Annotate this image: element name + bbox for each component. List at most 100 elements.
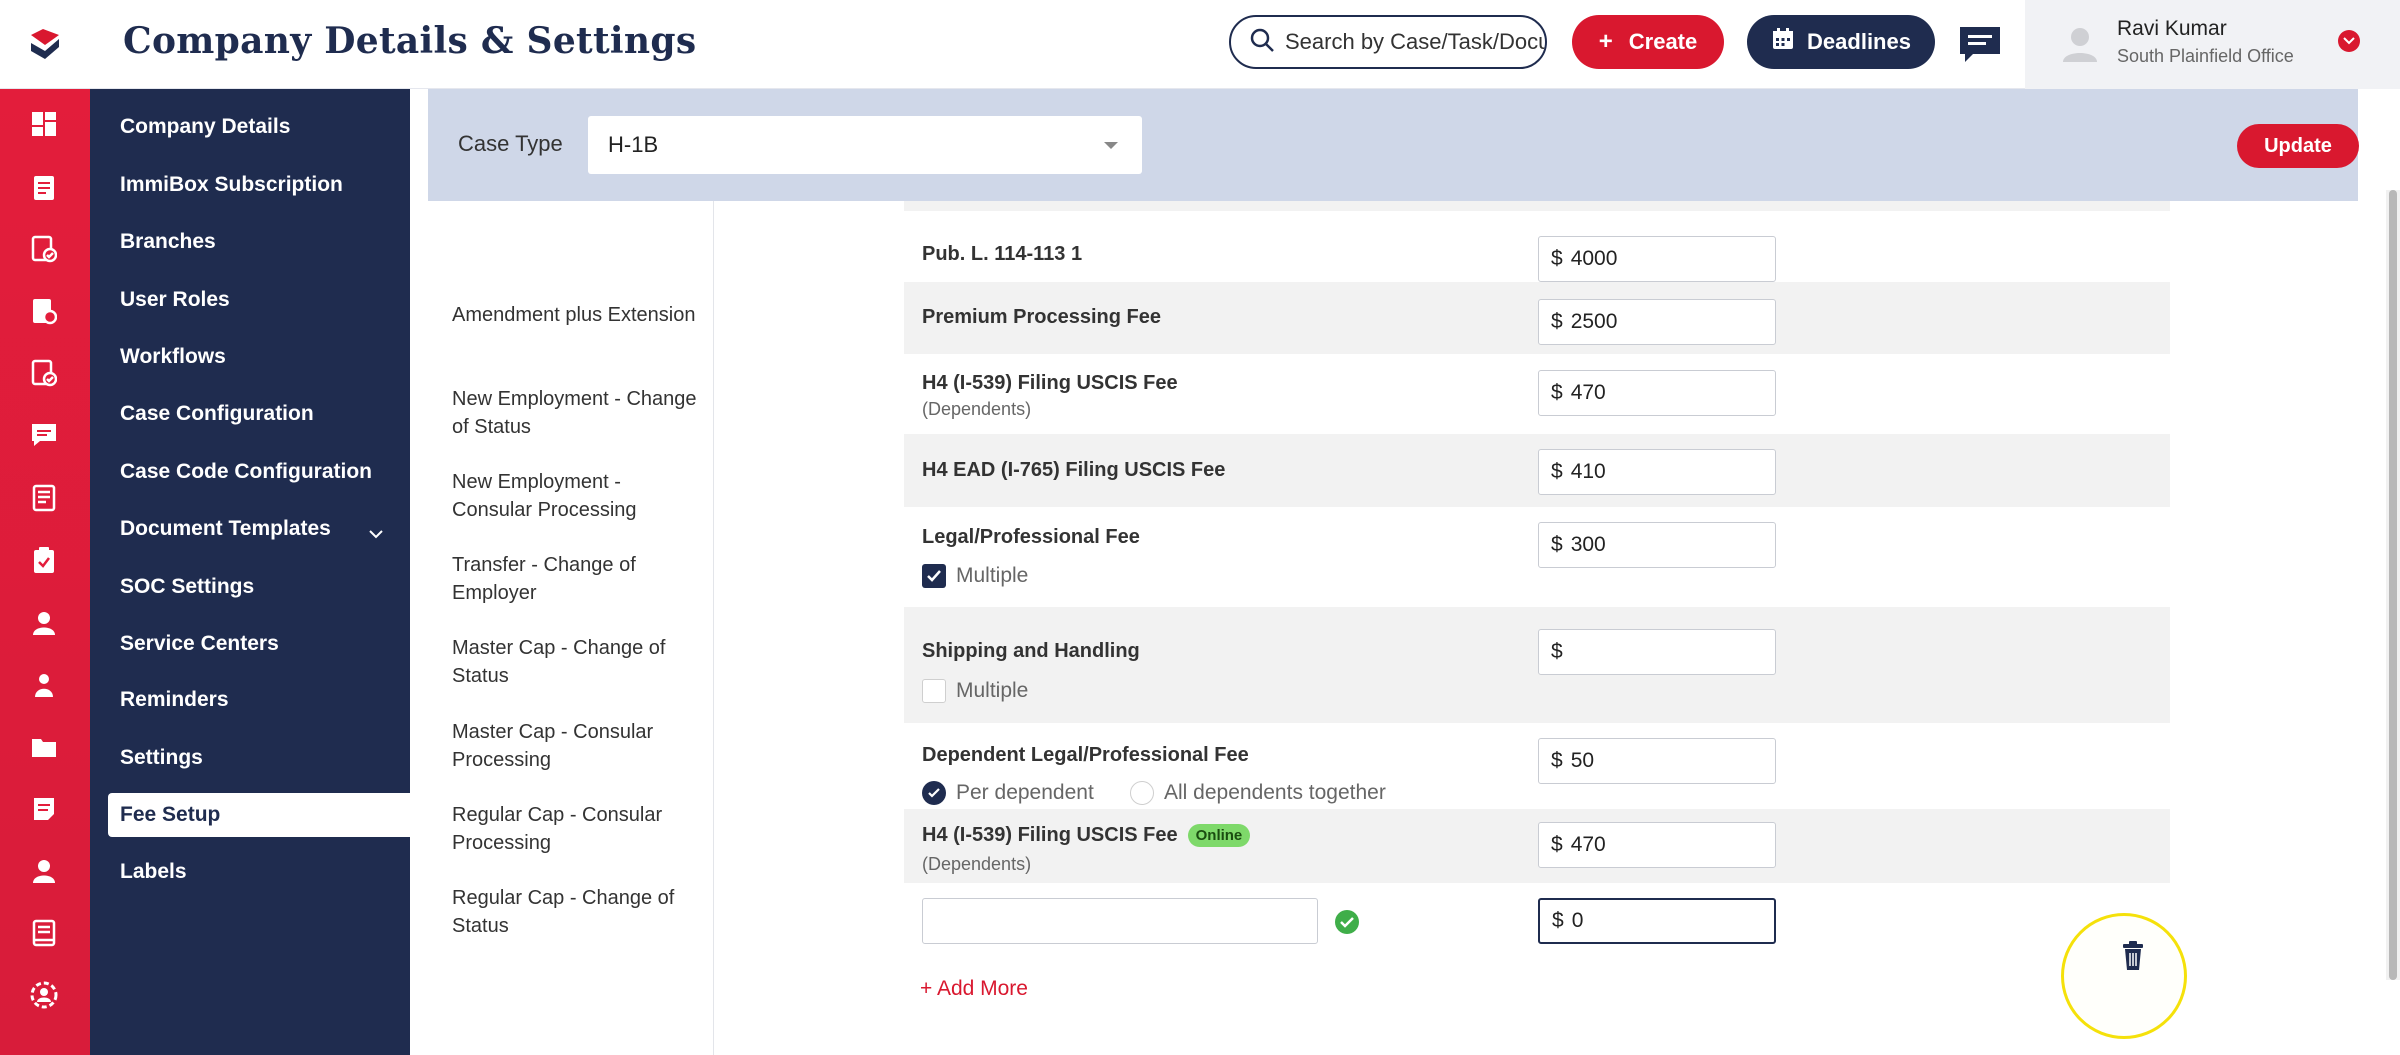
new-fee-amount-input[interactable] [1571,909,1752,933]
nav-item-company-details[interactable]: Company Details [90,105,410,149]
fee-subtitle: (Dependents) [922,399,1032,419]
people-icon[interactable] [28,669,60,701]
chevron-down-icon[interactable] [2338,30,2360,52]
subtype-item[interactable]: Amendment plus Extension [452,301,702,329]
nav-item-user-roles[interactable]: User Roles [90,278,410,322]
multiple-checkbox[interactable]: Multiple [922,679,1028,703]
subtype-item[interactable]: New Employment - Consular Processing [452,468,702,524]
per-dependent-radio[interactable]: Per dependent [922,781,1094,805]
nav-item-fee-setup[interactable]: Fee Setup [108,793,410,837]
fee-amount-input[interactable] [1570,640,1751,664]
chat-icon[interactable] [1957,24,2003,64]
fee-name: Legal/Professional Fee [922,526,1140,548]
clipboard-icon[interactable] [28,544,60,576]
fee-amount-field[interactable]: $ [1538,822,1776,868]
subtype-item[interactable]: Master Cap - Consular Processing [452,718,702,774]
fee-amount-input[interactable] [1570,533,1751,557]
nav-item-document-templates[interactable]: Document Templates [90,507,410,551]
tasks-icon[interactable] [28,233,60,265]
nav-item-branches[interactable]: Branches [90,220,410,264]
scrollbar[interactable] [2386,190,2400,980]
subtype-item[interactable]: Master Cap - Change of Status [452,634,702,690]
reports-icon[interactable] [28,482,60,514]
fee-amount-field[interactable]: $ [1538,522,1776,568]
person-icon[interactable] [28,855,60,887]
fee-amount-input[interactable] [1570,247,1751,271]
fee-row: Premium Processing Fee $ [904,282,2170,354]
nav-item-labels[interactable]: Labels [90,850,410,894]
case-type-select[interactable]: H-1B [588,116,1142,174]
multiple-label: Multiple [956,564,1029,587]
update-button[interactable]: Update [2237,124,2359,168]
deadlines-button-label: Deadlines [1807,29,1911,54]
documents-icon[interactable] [28,357,60,389]
deadlines-button[interactable]: Deadlines [1747,15,1935,69]
new-fee-name-input[interactable] [922,898,1318,944]
fee-row: H4 (I-539) Filing USCIS Fee (Dependents)… [904,354,2170,434]
main-content: Case Type H-1B Update Amendment plus Ext… [410,89,2400,1055]
radio-unchecked-icon [1130,781,1154,805]
search-box[interactable] [1229,15,1547,69]
new-fee-amount-field[interactable]: $ [1538,898,1776,944]
add-more-link[interactable]: + Add More [920,977,1028,1001]
fee-amount-field[interactable]: $ [1538,449,1776,495]
chevron-down-icon [368,521,384,545]
team-settings-icon[interactable] [28,979,60,1011]
fee-list: Pub. L. 114-113 1 $ Premium Processing F… [904,201,2184,1055]
search-icon [1249,27,1275,58]
dashboard-icon[interactable] [28,108,60,140]
nav-item-soc-settings[interactable]: SOC Settings [90,565,410,609]
fee-amount-field[interactable]: $ [1538,629,1776,675]
fee-amount-input[interactable] [1570,749,1751,773]
subtype-item[interactable]: New Employment - Change of Status [452,385,702,441]
app-logo[interactable] [0,0,90,89]
nav-item-case-configuration[interactable]: Case Configuration [90,392,410,436]
nav-item-service-centers[interactable]: Service Centers [90,622,410,666]
folder-icon[interactable] [28,731,60,763]
calendar-icon [1771,27,1795,57]
new-fee-row: $ [904,883,2170,953]
nav-item-settings[interactable]: Settings [90,736,410,780]
calendar-icon[interactable] [28,295,60,327]
nav-item-immibox-subscription[interactable]: ImmiBox Subscription [90,163,410,207]
subtype-item[interactable]: Regular Cap - Change of Status [452,884,702,940]
user-icon[interactable] [28,607,60,639]
user-menu[interactable]: Ravi Kumar South Plainfield Office [2025,0,2400,89]
fee-name: H4 (I-539) Filing USCIS Fee [922,372,1178,394]
book-icon[interactable] [28,917,60,949]
fee-amount-field[interactable]: $ [1538,370,1776,416]
fee-amount-field[interactable]: $ [1538,299,1776,345]
fee-amount-input[interactable] [1570,460,1751,484]
subtype-item[interactable]: Regular Cap - Consular Processing [452,801,702,857]
fee-amount-input[interactable] [1570,310,1751,334]
user-name: Ravi Kumar [2117,17,2227,40]
nav-item-label: Document Templates [120,517,331,540]
multiple-label: Multiple [956,679,1029,702]
scrollbar-thumb[interactable] [2389,190,2397,980]
fee-name: Pub. L. 114-113 1 [922,243,1083,265]
fee-amount-input[interactable] [1570,381,1751,405]
top-header: Company Details & Settings + Create Dead… [0,0,2400,89]
subtype-item[interactable]: Transfer - Change of Employer [452,551,702,607]
fee-name: Dependent Legal/Professional Fee [922,744,1249,766]
fee-subtitle: (Dependents) [922,854,1032,874]
caret-down-icon [1104,142,1118,149]
search-input[interactable] [1285,29,1545,55]
fee-name: Premium Processing Fee [922,306,1161,328]
multiple-checkbox[interactable]: Multiple [922,564,1028,588]
check-circle-icon[interactable] [1334,909,1360,940]
fee-amount-field[interactable]: $ [1538,236,1776,282]
fee-amount-input[interactable] [1570,833,1751,857]
case-subtype-list: Amendment plus Extension New Employment … [428,201,714,1055]
nav-item-workflows[interactable]: Workflows [90,335,410,379]
cases-icon[interactable] [28,171,60,203]
messages-icon[interactable] [28,419,60,451]
notes-icon[interactable] [28,793,60,825]
nav-item-reminders[interactable]: Reminders [90,678,410,722]
trash-icon[interactable] [2120,940,2146,977]
fee-row [904,201,2170,211]
nav-item-case-code-configuration[interactable]: Case Code Configuration [90,450,410,494]
fee-amount-field[interactable]: $ [1538,738,1776,784]
all-dependents-radio[interactable]: All dependents together [1130,781,1386,805]
create-button[interactable]: + Create [1572,15,1724,69]
